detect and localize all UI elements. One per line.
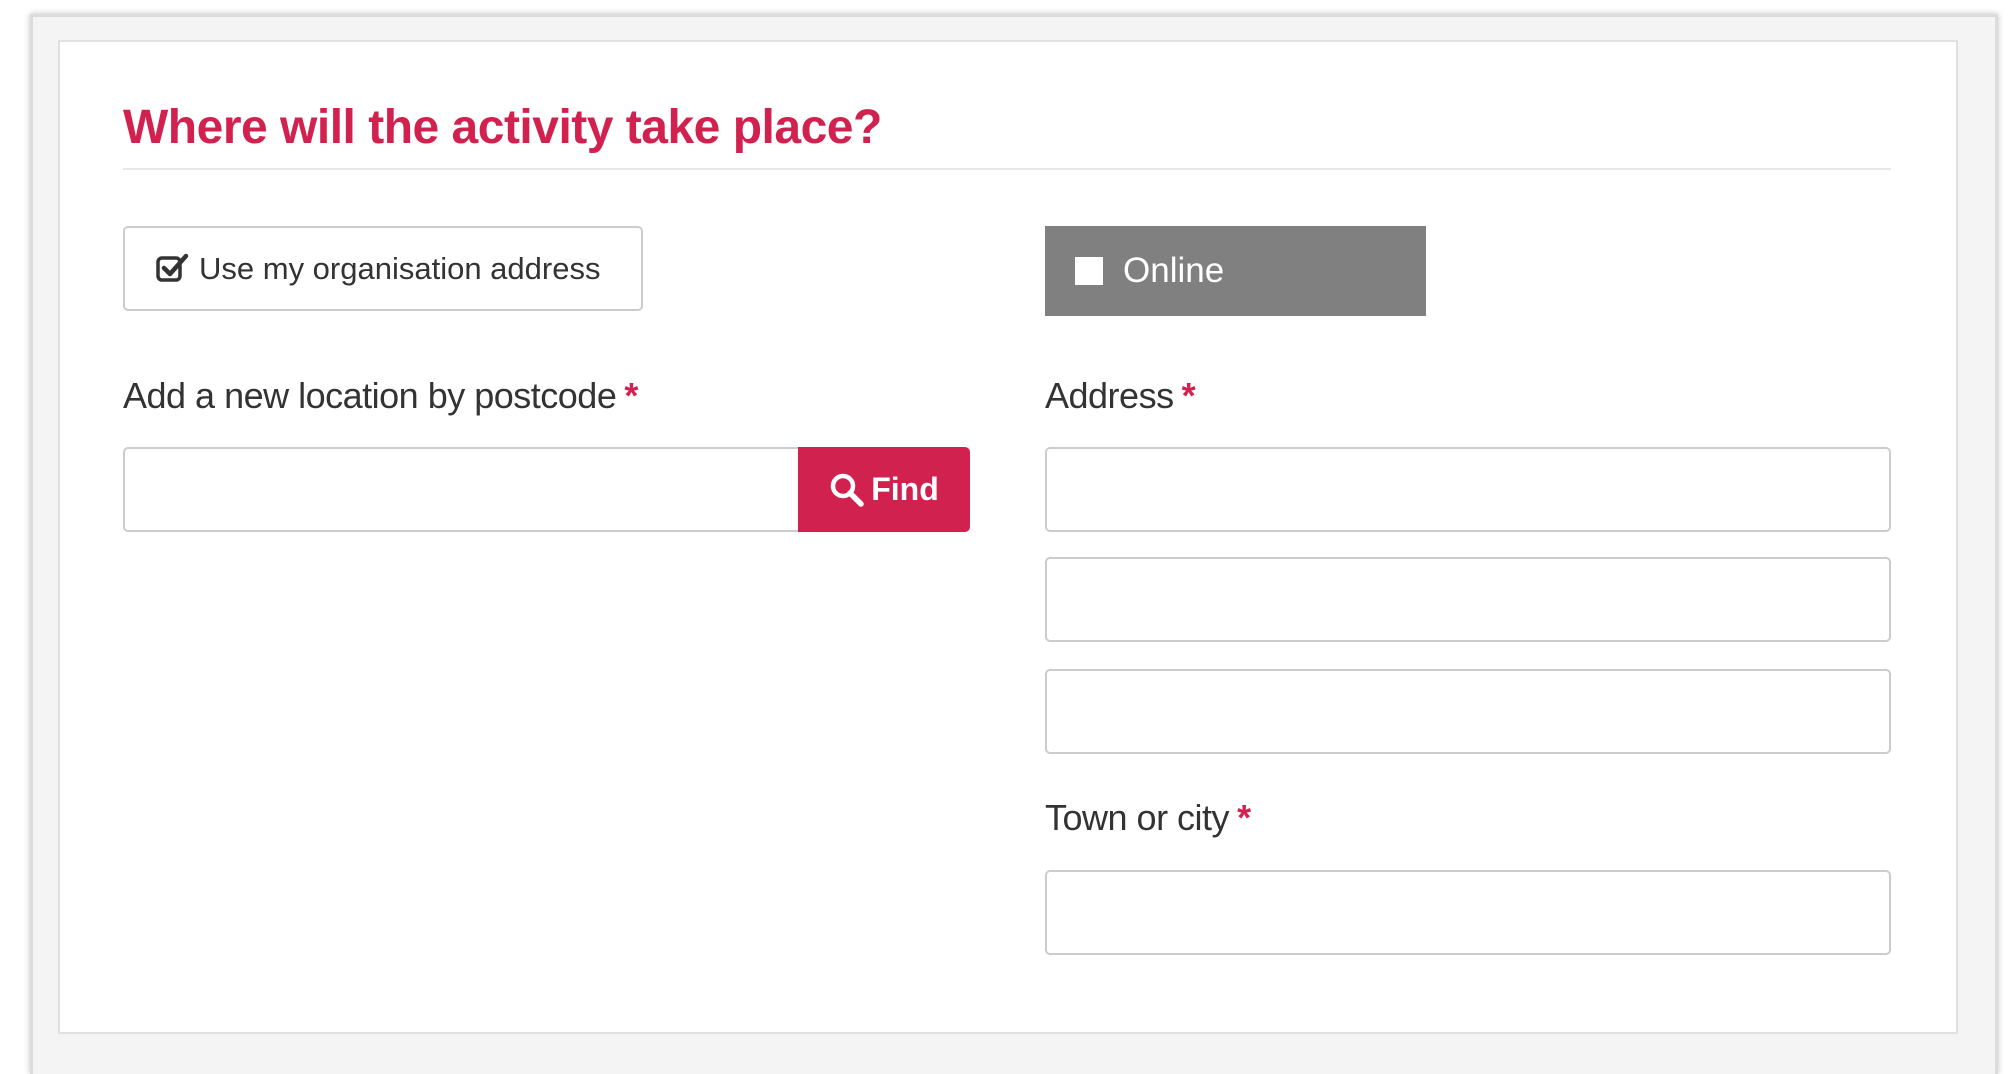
town-input[interactable]: [1045, 870, 1891, 955]
checkbox-checked-icon: [155, 252, 189, 286]
address-label-text: Address: [1045, 375, 1174, 416]
address-label: Address *: [1045, 375, 1196, 417]
address-line-3-input[interactable]: [1045, 669, 1891, 754]
page-title: Where will the activity take place?: [123, 101, 882, 154]
online-toggle-button[interactable]: Online: [1045, 226, 1426, 316]
required-marker: *: [1181, 375, 1196, 416]
required-marker: *: [624, 375, 638, 416]
use-organisation-address-button[interactable]: Use my organisation address: [123, 226, 643, 311]
town-label-text: Town or city: [1045, 797, 1230, 838]
required-marker: *: [1237, 797, 1251, 838]
address-line-1-input[interactable]: [1045, 447, 1891, 532]
find-label: Find: [871, 471, 939, 507]
checkbox-empty-icon: [1075, 257, 1103, 285]
find-button[interactable]: Find: [798, 447, 970, 532]
address-line-2-input[interactable]: [1045, 557, 1891, 642]
title-divider: [123, 168, 1891, 170]
online-label: Online: [1123, 251, 1225, 290]
search-icon: [829, 472, 865, 508]
use-organisation-address-label: Use my organisation address: [199, 250, 601, 286]
town-label: Town or city *: [1045, 797, 1251, 839]
postcode-label-text: Add a new location by postcode: [123, 375, 617, 416]
postcode-label: Add a new location by postcode *: [123, 375, 638, 417]
postcode-input[interactable]: [123, 447, 803, 532]
